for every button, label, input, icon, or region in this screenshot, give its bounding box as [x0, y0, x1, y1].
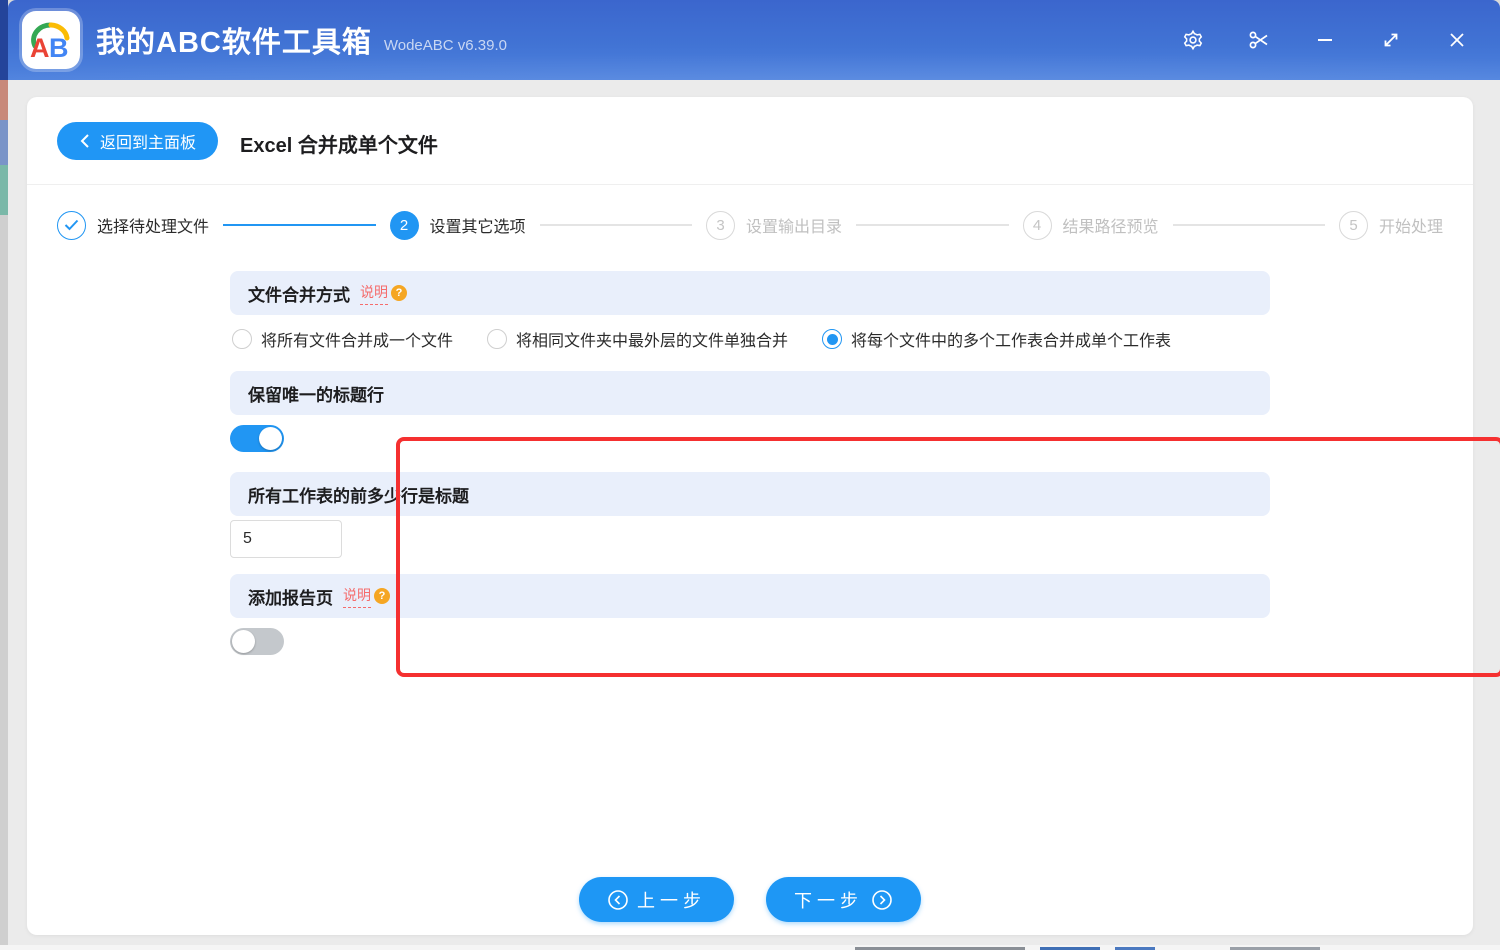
step2-label: 设置其它选项: [429, 219, 526, 236]
step-output-dir[interactable]: 3 设置输出目录: [706, 210, 843, 240]
page-title: Excel 合并成单个文件: [240, 135, 438, 157]
step4-label: 结果路径预览: [1062, 219, 1159, 236]
step3-circle: 3: [706, 210, 735, 240]
merge-mode-section-header: 文件合并方式 说明 ?: [230, 271, 1270, 315]
main-card: 返回到主面板 Excel 合并成单个文件 选择待处理文件 2 设置其它选项 3 …: [27, 97, 1500, 935]
report-page-help-label[interactable]: 说明: [343, 585, 371, 608]
step4-circle: 4: [1022, 210, 1052, 240]
close-icon[interactable]: [1424, 0, 1490, 80]
next-step-button[interactable]: 下一步: [766, 877, 921, 922]
report-page-title: 添加报告页: [248, 588, 333, 608]
radio-circle: [822, 329, 843, 349]
step-connector-4: [1172, 224, 1325, 226]
question-mark-icon[interactable]: ?: [374, 588, 390, 604]
step-select-files[interactable]: 选择待处理文件: [57, 210, 210, 240]
app-window: A B 我的ABC软件工具箱 WodeABC v6.39.0 返回到主面板 Ex…: [0, 0, 1500, 950]
merge-mode-help[interactable]: 说明 ?: [360, 282, 407, 305]
keep-header-section-header: 保留唯一的标题行: [230, 371, 1270, 415]
step3-label: 设置输出目录: [746, 219, 843, 236]
check-icon: [64, 219, 79, 231]
app-title: 我的ABC软件工具箱: [96, 27, 372, 59]
taskbar-sliver: [0, 945, 1500, 950]
step1-label: 选择待处理文件: [97, 219, 210, 236]
back-to-dashboard-button[interactable]: 返回到主面板: [57, 122, 219, 160]
step5-circle: 5: [1339, 210, 1368, 240]
chevron-left-icon: [80, 134, 89, 148]
merge-mode-options: 将所有文件合并成一个文件 将相同文件夹中最外层的文件单独合并 将每个文件中的多个…: [230, 325, 1270, 353]
scissors-icon[interactable]: [1226, 0, 1292, 80]
header-rows-title: 所有工作表的前多少行是标题: [248, 486, 469, 506]
app-version: WodeABC v6.39.0: [383, 36, 507, 54]
keep-header-title: 保留唯一的标题行: [248, 385, 384, 405]
step-result-preview[interactable]: 4 结果路径预览: [1022, 210, 1159, 240]
svg-text:A: A: [30, 33, 50, 63]
toggle-knob: [259, 427, 282, 450]
step-connector-3: [856, 224, 1009, 226]
radio-circle: [232, 329, 252, 349]
abc-logo-icon: A B: [30, 22, 70, 63]
maximize-resize-icon[interactable]: [1358, 0, 1424, 80]
minimize-icon[interactable]: [1292, 0, 1358, 80]
titlebar: A B 我的ABC软件工具箱 WodeABC v6.39.0: [8, 0, 1500, 80]
options-panel: 文件合并方式 说明 ? 将所有文件合并成一个文件 将相同文件夹中最外层的文件单独…: [230, 271, 1500, 677]
desktop-edge: [0, 0, 8, 950]
header-rows-input[interactable]: [230, 520, 342, 558]
step-connector-1: [223, 224, 376, 226]
main-window: A B 我的ABC软件工具箱 WodeABC v6.39.0 返回到主面板 Ex…: [8, 0, 1500, 945]
step1-circle: [57, 210, 86, 240]
next-step-label: 下一步: [794, 890, 863, 911]
toggle-knob: [232, 630, 255, 653]
merge-mode-help-label[interactable]: 说明: [360, 282, 388, 305]
step-other-options[interactable]: 2 设置其它选项: [389, 210, 526, 240]
circled-chevron-left-icon: [608, 889, 628, 910]
merge-mode-title: 文件合并方式: [248, 285, 350, 305]
step-connector-2: [539, 224, 692, 226]
report-page-toggle[interactable]: [230, 628, 284, 655]
step-start-process[interactable]: 5 开始处理: [1339, 210, 1444, 240]
header-rows-section-header: 所有工作表的前多少行是标题: [230, 472, 1270, 516]
step-indicator: 选择待处理文件 2 设置其它选项 3 设置输出目录 4 结果路径预览 5 开始处…: [57, 209, 1443, 241]
radio-merge-per-folder[interactable]: 将相同文件夹中最外层的文件单独合并: [487, 327, 788, 351]
back-button-label: 返回到主面板: [100, 135, 197, 152]
step2-circle: 2: [389, 210, 419, 240]
app-logo: A B: [22, 11, 80, 69]
prev-step-button[interactable]: 上一步: [579, 877, 734, 922]
question-mark-icon[interactable]: ?: [391, 285, 407, 301]
circled-chevron-right-icon: [872, 889, 892, 910]
keep-header-toggle[interactable]: [230, 425, 284, 452]
report-page-section-header: 添加报告页 说明 ?: [230, 574, 1270, 618]
radio-merge-all-to-one[interactable]: 将所有文件合并成一个文件: [232, 327, 453, 351]
radio-merge-sheets-in-file[interactable]: 将每个文件中的多个工作表合并成单个工作表: [822, 327, 1171, 351]
svg-text:B: B: [49, 33, 69, 63]
report-page-help[interactable]: 说明 ?: [343, 585, 390, 608]
radio-circle: [487, 329, 508, 349]
settings-gear-icon[interactable]: [1160, 0, 1226, 80]
card-header: 返回到主面板 Excel 合并成单个文件: [27, 97, 1473, 185]
prev-step-label: 上一步: [637, 890, 706, 911]
wizard-footer: 上一步 下一步: [27, 877, 1473, 922]
titlebar-actions: [1160, 0, 1490, 80]
step5-label: 开始处理: [1379, 219, 1444, 236]
